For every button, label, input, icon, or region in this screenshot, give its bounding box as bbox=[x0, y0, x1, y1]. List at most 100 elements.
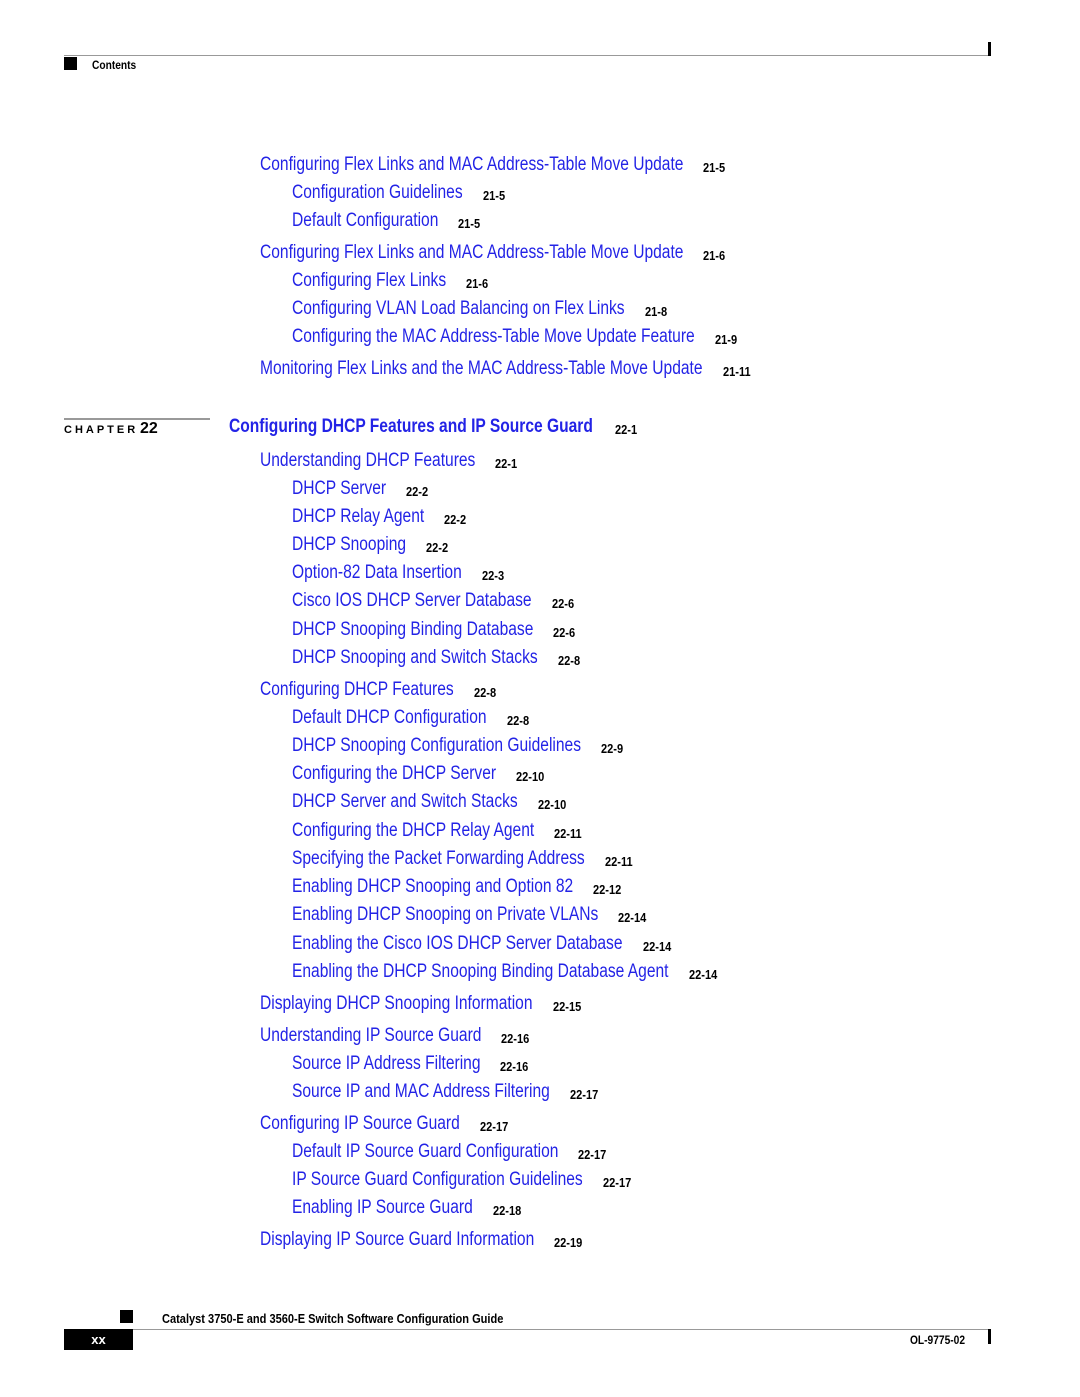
toc-entry[interactable]: DHCP Server 22-2 bbox=[292, 478, 428, 500]
toc-entry[interactable]: Source IP and MAC Address Filtering 22-17 bbox=[292, 1081, 606, 1103]
toc-entry[interactable]: Monitoring Flex Links and the MAC Addres… bbox=[260, 358, 800, 380]
toc-entry-title[interactable]: DHCP Server and Switch Stacks bbox=[292, 791, 518, 813]
toc-entry[interactable]: Displaying IP Source Guard Information 22… bbox=[260, 1229, 594, 1251]
toc-entry-page: 22-6 bbox=[551, 596, 574, 611]
chapter-title[interactable]: Configuring DHCP Features and IP Source … bbox=[229, 416, 593, 438]
toc-entry-page: 22-10 bbox=[516, 769, 545, 784]
toc-entry-title[interactable]: Default DHCP Configuration bbox=[292, 707, 487, 729]
toc-entry-page: 21-8 bbox=[644, 304, 667, 319]
toc-entry[interactable]: Configuring IP Source Guard 22-17 bbox=[260, 1113, 508, 1135]
toc-entry[interactable]: Configuration Guidelines 21-5 bbox=[292, 182, 505, 204]
toc-entry-title[interactable]: DHCP Snooping Configuration Guidelines bbox=[292, 735, 581, 757]
toc-entry-title[interactable]: Displaying DHCP Snooping Information bbox=[260, 993, 533, 1015]
toc-entry[interactable]: Enabling IP Source Guard 22-18 bbox=[292, 1197, 521, 1219]
toc-entry-title[interactable]: Default Configuration bbox=[292, 210, 438, 232]
toc-entry-page: 22-17 bbox=[602, 1175, 631, 1190]
toc-entry-title[interactable]: Displaying IP Source Guard Information bbox=[260, 1229, 534, 1251]
toc-entry[interactable]: Cisco IOS DHCP Server Database 22-6 bbox=[292, 590, 584, 612]
toc-entry-title[interactable]: Enabling IP Source Guard bbox=[292, 1197, 473, 1219]
toc-entry-title[interactable]: Configuring the DHCP Server bbox=[292, 763, 496, 785]
toc-entry-title[interactable]: Configuring the DHCP Relay Agent bbox=[292, 820, 534, 842]
toc-entry-title[interactable]: DHCP Relay Agent bbox=[292, 506, 424, 528]
toc-entry[interactable]: DHCP Relay Agent 22-2 bbox=[292, 506, 466, 528]
chapter-number: 22 bbox=[140, 420, 158, 437]
toc-entry[interactable]: DHCP Snooping Configuration Guidelines 22… bbox=[292, 735, 644, 757]
header-corner-mark bbox=[988, 42, 991, 56]
toc-entry-title[interactable]: Configuring VLAN Load Balancing on Flex … bbox=[292, 298, 625, 320]
toc-entry-title[interactable]: Understanding IP Source Guard bbox=[260, 1025, 481, 1047]
toc-entry[interactable]: Configuring the MAC Address-Table Move U… bbox=[292, 326, 783, 348]
toc-entry-title[interactable]: Enabling the DHCP Snooping Binding Datab… bbox=[292, 961, 669, 983]
toc-entry[interactable]: Enabling DHCP Snooping and Option 82 22-1… bbox=[292, 876, 635, 898]
toc-entry[interactable]: DHCP Snooping 22-2 bbox=[292, 534, 448, 556]
toc-entry[interactable]: Source IP Address Filtering 22-16 bbox=[292, 1053, 529, 1075]
toc-entry-title[interactable]: Source IP Address Filtering bbox=[292, 1053, 480, 1075]
toc-entry[interactable]: Default DHCP Configuration 22-8 bbox=[292, 707, 529, 729]
toc-entry-page: 22-3 bbox=[481, 568, 504, 583]
toc-entry-title[interactable]: Configuring Flex Links bbox=[292, 270, 446, 292]
toc-entry-page: 22-9 bbox=[600, 741, 624, 756]
chapter-title-link[interactable]: Configuring DHCP Features and IP Source … bbox=[229, 416, 673, 438]
toc-entry[interactable]: Configuring the DHCP Relay Agent 22-11 bbox=[292, 820, 587, 842]
footer-guide-title: Catalyst 3750-E and 3560-E Switch Softwa… bbox=[162, 1311, 504, 1326]
toc-entry-page: 21-6 bbox=[466, 276, 489, 291]
toc-entry-title[interactable]: Cisco IOS DHCP Server Database bbox=[292, 590, 532, 612]
toc-entry-page: 22-8 bbox=[473, 685, 496, 700]
toc-entry-page: 22-6 bbox=[553, 625, 576, 640]
toc-entry[interactable]: Enabling the DHCP Snooping Binding Datab… bbox=[292, 961, 751, 983]
toc-entry[interactable]: Default Configuration 21-5 bbox=[292, 210, 480, 232]
toc-entry[interactable]: Configuring VLAN Load Balancing on Flex … bbox=[292, 298, 698, 320]
toc-entry-title[interactable]: Configuration Guidelines bbox=[292, 182, 463, 204]
toc-entry[interactable]: Enabling DHCP Snooping on Private VLANs 2… bbox=[292, 904, 666, 926]
toc-entry-page: 22-18 bbox=[492, 1203, 521, 1218]
toc-entry-title[interactable]: IP Source Guard Configuration Guidelines bbox=[292, 1169, 583, 1191]
toc-entry[interactable]: Default IP Source Guard Configuration 22-… bbox=[292, 1141, 617, 1163]
footer-doc-number: OL-9775-02 bbox=[910, 1333, 965, 1347]
footer-page-number: xx bbox=[64, 1329, 133, 1350]
toc-entry[interactable]: IP Source Guard Configuration Guidelines… bbox=[292, 1169, 647, 1191]
toc-entry-title[interactable]: DHCP Server bbox=[292, 478, 386, 500]
toc-entry[interactable]: Configuring DHCP Features 22-8 bbox=[260, 679, 496, 701]
toc-entry-title[interactable]: DHCP Snooping and Switch Stacks bbox=[292, 647, 538, 669]
chapter-label: CHAPTER bbox=[64, 424, 139, 436]
toc-entry[interactable]: Specifying the Packet Forwarding Address… bbox=[292, 848, 649, 870]
toc-entry-page: 22-2 bbox=[444, 512, 467, 527]
header-rule bbox=[64, 55, 990, 56]
toc-entry-page: 22-12 bbox=[593, 882, 622, 897]
toc-entry[interactable]: Displaying DHCP Snooping Information 22-1… bbox=[260, 993, 592, 1015]
toc-entry-title[interactable]: Monitoring Flex Links and the MAC Addres… bbox=[260, 358, 703, 380]
toc-entry-title[interactable]: Option-82 Data Insertion bbox=[292, 562, 462, 584]
chapter-page: 22-1 bbox=[614, 422, 638, 437]
toc-entry-title[interactable]: Understanding DHCP Features bbox=[260, 450, 475, 472]
toc-entry-title[interactable]: Enabling DHCP Snooping and Option 82 bbox=[292, 876, 573, 898]
toc-entry-title[interactable]: Default IP Source Guard Configuration bbox=[292, 1141, 558, 1163]
toc-entry-title[interactable]: Configuring IP Source Guard bbox=[260, 1113, 460, 1135]
toc-entry[interactable]: Option-82 Data Insertion 22-3 bbox=[292, 562, 504, 584]
toc-entry-page: 22-17 bbox=[569, 1087, 599, 1102]
toc-entry-page: 22-10 bbox=[537, 797, 566, 812]
toc-entry-page: 22-17 bbox=[479, 1119, 509, 1134]
header-square-marker bbox=[64, 57, 77, 70]
toc-entry[interactable]: Configuring Flex Links 21-6 bbox=[292, 270, 488, 292]
toc-entry-title[interactable]: Configuring Flex Links and MAC Address-T… bbox=[260, 242, 683, 264]
toc-entry-title[interactable]: Specifying the Packet Forwarding Address bbox=[292, 848, 585, 870]
toc-entry-title[interactable]: Configuring DHCP Features bbox=[260, 679, 454, 701]
toc-entry[interactable]: DHCP Snooping and Switch Stacks 22-8 bbox=[292, 647, 592, 669]
toc-entry[interactable]: Configuring Flex Links and MAC Address-T… bbox=[260, 154, 776, 176]
toc-entry[interactable]: DHCP Server and Switch Stacks 22-10 bbox=[292, 791, 567, 813]
toc-entry[interactable]: Understanding DHCP Features 22-1 bbox=[260, 450, 523, 472]
toc-entry[interactable]: Enabling the Cisco IOS DHCP Server Datab… bbox=[292, 933, 695, 955]
toc-entry[interactable]: Understanding IP Source Guard 22-16 bbox=[260, 1025, 530, 1047]
toc-entry[interactable]: Configuring the DHCP Server 22-10 bbox=[292, 763, 545, 785]
toc-entry-title[interactable]: DHCP Snooping Binding Database bbox=[292, 619, 533, 641]
toc-entry-title[interactable]: Source IP and MAC Address Filtering bbox=[292, 1081, 550, 1103]
toc-entry-title[interactable]: Enabling DHCP Snooping on Private VLANs bbox=[292, 904, 598, 926]
toc-entry-title[interactable]: DHCP Snooping bbox=[292, 534, 406, 556]
toc-entry-title[interactable]: Configuring the MAC Address-Table Move U… bbox=[292, 326, 695, 348]
toc-entry[interactable]: DHCP Snooping Binding Database 22-6 bbox=[292, 619, 586, 641]
toc-entry[interactable]: Configuring Flex Links and MAC Address-T… bbox=[260, 242, 776, 264]
toc-entry-page: 22-17 bbox=[578, 1147, 607, 1162]
toc-entry-title[interactable]: Configuring Flex Links and MAC Address-T… bbox=[260, 154, 683, 176]
toc-entry-title[interactable]: Enabling the Cisco IOS DHCP Server Datab… bbox=[292, 933, 623, 955]
chapter-rule bbox=[64, 418, 210, 420]
